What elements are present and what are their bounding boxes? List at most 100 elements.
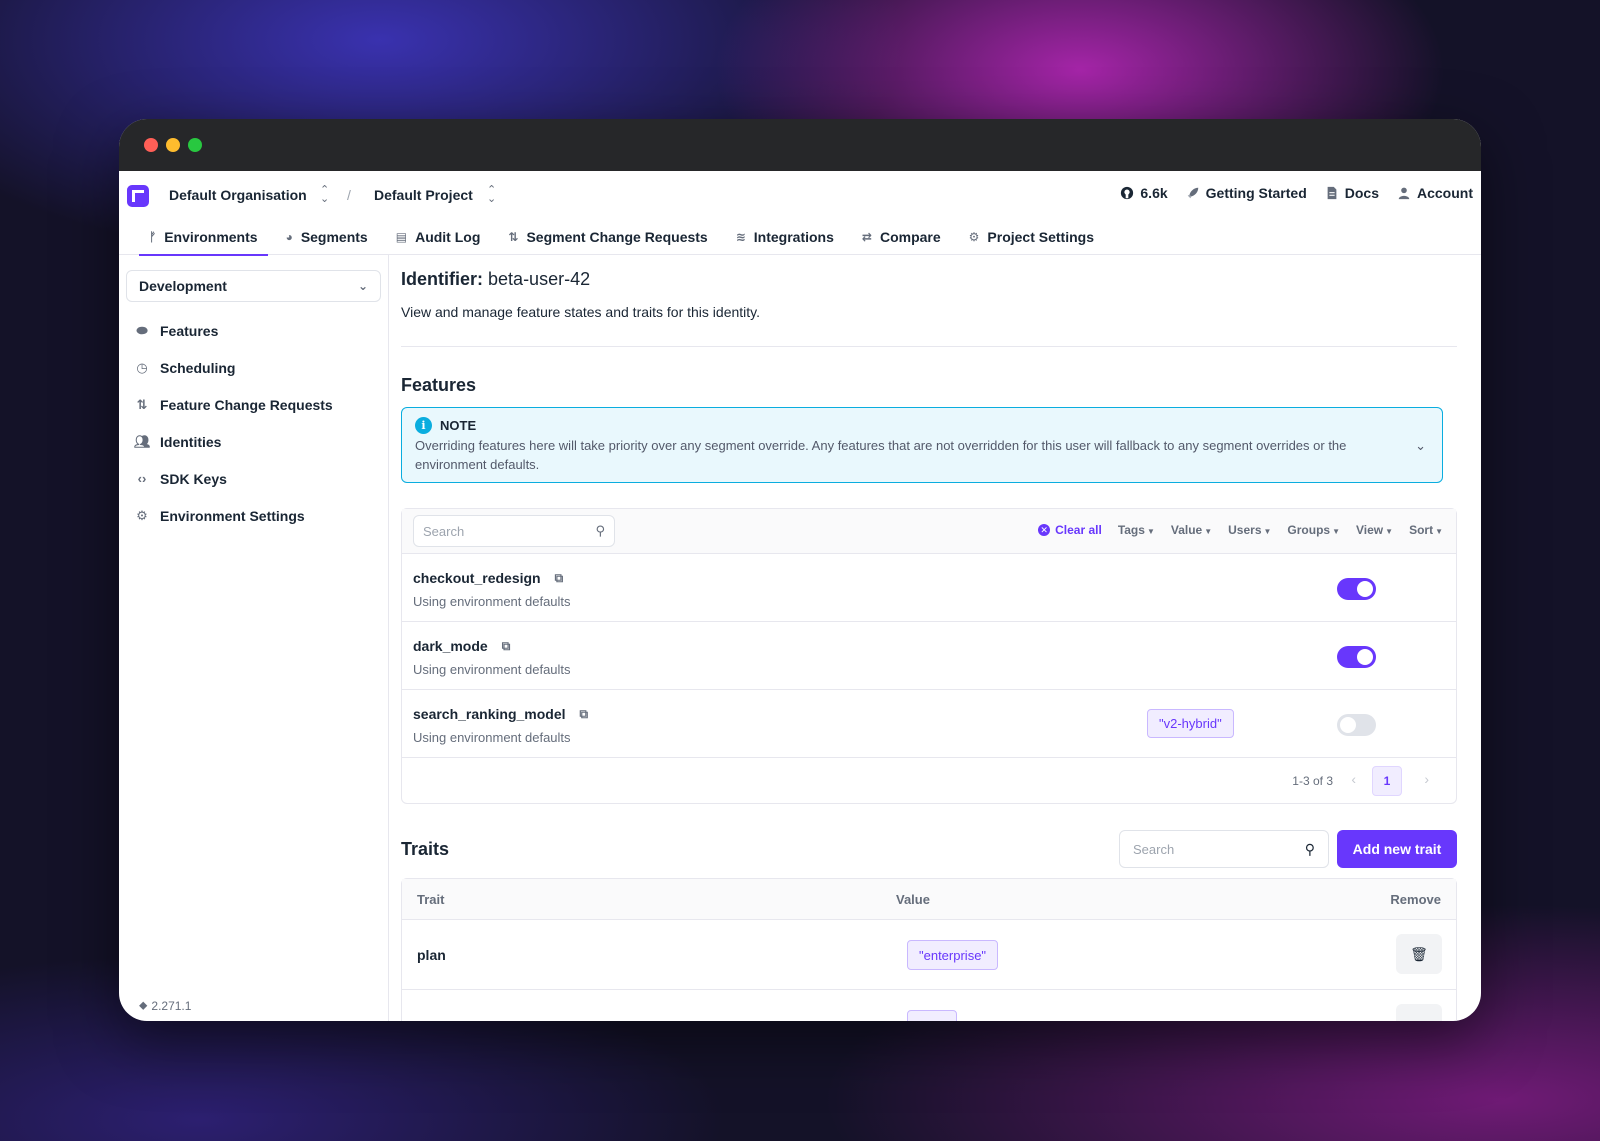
tab-project-settings[interactable]: ⚙ Project Settings (955, 219, 1108, 255)
value-filter[interactable]: Value ▼ (1171, 523, 1212, 537)
environment-sidebar: Development ⌄ ⬬ Features ◷ Scheduling ⇅ Fea… (119, 255, 389, 1021)
traits-table: Trait Value Remove plan "enterprise" 🗑︎ (401, 878, 1457, 1021)
sort-filter[interactable]: Sort ▼ (1409, 523, 1443, 537)
feature-row[interactable]: dark_mode ⧉ Using environment defaults (402, 621, 1456, 689)
identity-detail: Identifier: beta-user-42 View and manage… (389, 255, 1481, 1021)
sidebar-item-label: Features (160, 322, 219, 339)
getting-started-link[interactable]: Getting Started (1186, 185, 1307, 201)
pie-icon: ◕ (285, 230, 293, 244)
gear-icon: ⚙ (968, 230, 980, 244)
chevron-right-icon[interactable]: › (1424, 771, 1429, 787)
users-icon: 👥︎ (134, 433, 151, 449)
feature-toggle-on[interactable] (1337, 578, 1376, 600)
features-heading: Features (401, 375, 477, 395)
groups-filter[interactable]: Groups ▼ (1287, 523, 1340, 537)
title-bar (119, 119, 1481, 171)
feature-toggle-off[interactable] (1337, 714, 1376, 736)
table-row[interactable]: plan "enterprise" 🗑︎ (402, 919, 1456, 989)
filter-label: Value (1170, 523, 1203, 537)
sidebar-item-environment-settings[interactable]: ⚙ Environment Settings (126, 497, 381, 534)
feature-name-line: search_ranking_model ⧉ (413, 706, 1445, 722)
add-new-trait-button[interactable]: Add new trait (1337, 830, 1457, 868)
version-text: 2.271.1 (151, 998, 192, 1013)
page-number-button[interactable]: 1 (1372, 766, 1402, 796)
sidebar-item-features[interactable]: ⬬ Features (126, 312, 381, 349)
table-row[interactable] (402, 989, 1456, 1021)
top-right-links: 6.6k Getting Started Docs Account (1120, 185, 1473, 201)
app-version: ⬥ 2.271.1 (139, 998, 191, 1013)
clock-icon: ◷ (136, 359, 148, 375)
selector-arrows-icon[interactable]: ⌃ ⌄ (487, 185, 496, 205)
view-filter[interactable]: View ▼ (1356, 523, 1393, 537)
copy-icon[interactable]: ⧉ (580, 707, 589, 722)
minimize-window-button[interactable] (166, 138, 180, 152)
column-header-remove: Remove (1390, 892, 1441, 907)
chevron-down-icon[interactable]: ⌄ (1415, 436, 1426, 455)
override-note[interactable]: i NOTE Overriding features here will tak… (401, 407, 1443, 483)
user-icon (1398, 187, 1410, 200)
account-link[interactable]: Account (1397, 185, 1473, 201)
pagination-info: 1-3 of 3 (1292, 774, 1333, 788)
sidebar-item-scheduling[interactable]: ◷ Scheduling (126, 349, 381, 386)
layers-icon: ≋ (735, 230, 746, 244)
docs-label: Docs (1344, 185, 1379, 201)
tab-label: Audit Log (415, 229, 481, 245)
feature-row[interactable]: search_ranking_model ⧉ Using environment… (402, 689, 1456, 757)
sidebar-item-label: Environment Settings (160, 507, 305, 524)
caret-down-icon: ▼ (1146, 527, 1155, 536)
feature-toggle-on[interactable] (1337, 646, 1376, 668)
traits-search-input[interactable]: Search ⚲ (1119, 830, 1329, 868)
note-heading: NOTE (440, 418, 477, 433)
traits-heading: Traits (401, 839, 450, 859)
search-placeholder: Search (423, 523, 465, 539)
copy-icon[interactable]: ⧉ (502, 639, 511, 654)
sidebar-item-identities[interactable]: 👥︎ Identities (126, 423, 381, 460)
flagsmith-logo-icon[interactable] (127, 185, 149, 207)
selector-arrows-icon[interactable]: ⌃ ⌄ (320, 185, 329, 205)
docs-link[interactable]: Docs (1325, 185, 1379, 201)
close-window-button[interactable] (144, 138, 158, 152)
tab-compare[interactable]: ⇄ Compare (848, 219, 955, 255)
filter-label: View (1356, 523, 1384, 537)
compare-icon: ⇄ (861, 230, 872, 244)
tab-label: Environments (164, 229, 258, 245)
tab-label: Segment Change Requests (526, 229, 708, 245)
page-subtitle: View and manage feature states and trait… (401, 304, 761, 320)
feature-description: Using environment defaults (413, 594, 571, 609)
tab-environments[interactable]: ᚠ Environments (135, 219, 272, 256)
app-window: Default Organisation ⌃ ⌄ / Default Projec… (119, 119, 1481, 1021)
features-search-input[interactable]: Search ⚲ (413, 515, 615, 547)
github-link[interactable]: 6.6k (1120, 185, 1168, 201)
getting-started-label: Getting Started (1205, 185, 1307, 201)
tab-integrations[interactable]: ≋ Integrations (722, 219, 848, 255)
organisation-selector[interactable]: Default Organisation (169, 187, 307, 203)
feature-description: Using environment defaults (413, 730, 571, 745)
tags-filter[interactable]: Tags ▼ (1118, 523, 1155, 537)
users-filter[interactable]: Users ▼ (1228, 523, 1271, 537)
caret-down-icon: ▼ (1385, 527, 1394, 536)
trait-value-chip (907, 1010, 957, 1021)
tab-audit-log[interactable]: ▤ Audit Log (382, 219, 495, 255)
filter-label: Tags (1117, 523, 1145, 537)
sidebar-item-label: Identities (160, 433, 222, 450)
trash-icon[interactable]: 🗑︎ (1396, 934, 1442, 974)
environment-select[interactable]: Development ⌄ (126, 270, 381, 302)
note-header: i NOTE (415, 416, 1394, 435)
divider (401, 346, 1457, 347)
clear-all-button[interactable]: ✕ Clear all (1038, 523, 1102, 537)
project-selector[interactable]: Default Project (374, 187, 473, 203)
account-label: Account (1417, 185, 1473, 201)
copy-icon[interactable]: ⧉ (555, 571, 564, 586)
sidebar-menu: ⬬ Features ◷ Scheduling ⇅ Feature Change Re… (126, 312, 381, 534)
caret-down-icon: ▼ (1263, 527, 1272, 536)
maximize-window-button[interactable] (188, 138, 202, 152)
tab-segment-change-requests[interactable]: ⇅ Segment Change Requests (494, 219, 721, 255)
chevron-left-icon[interactable]: ‹ (1351, 771, 1356, 787)
feature-row[interactable]: checkout_redesign ⧉ Using environment de… (402, 553, 1456, 621)
tab-label: Compare (879, 229, 941, 245)
trash-icon[interactable] (1396, 1004, 1442, 1021)
sidebar-item-sdk-keys[interactable]: ‹› SDK Keys (126, 460, 381, 497)
identifier-value: beta-user-42 (488, 269, 591, 289)
tab-segments[interactable]: ◕ Segments (272, 219, 382, 255)
sidebar-item-feature-change-requests[interactable]: ⇅ Feature Change Requests (126, 386, 381, 423)
